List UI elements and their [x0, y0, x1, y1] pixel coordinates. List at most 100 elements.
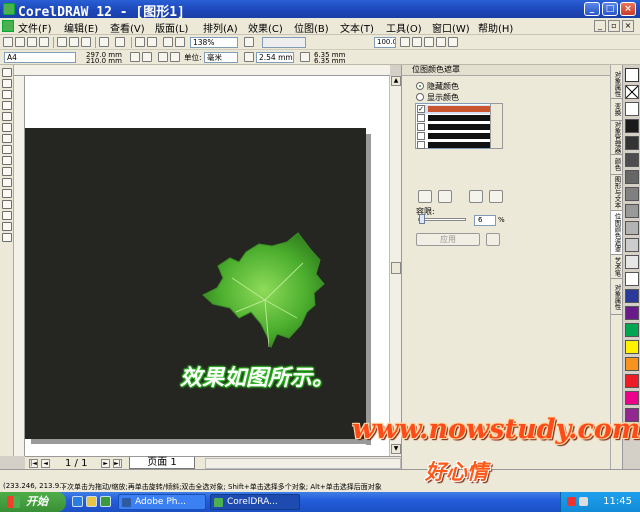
task-coreldraw[interactable]: CorelDRA... [210, 494, 300, 510]
fill-tool-icon[interactable] [2, 222, 12, 231]
prev-page-button[interactable]: ◄ [41, 459, 50, 468]
palette-swatch[interactable] [625, 255, 639, 269]
page-tab[interactable]: 页面 1 [129, 457, 195, 469]
tab-artistic-media[interactable]: 艺术笔 [611, 255, 622, 279]
scroll-thumb[interactable] [391, 262, 401, 274]
polygon-tool-icon[interactable] [2, 156, 12, 165]
view-options-icon[interactable] [244, 37, 254, 47]
edit-color-icon[interactable] [438, 190, 452, 203]
doc-minimize-button[interactable]: _ [594, 20, 606, 32]
menu-view[interactable]: 查看(V) [110, 20, 145, 35]
remove-mask-icon[interactable] [486, 233, 500, 246]
color-list-scrollbar[interactable] [490, 103, 503, 149]
menu-text[interactable]: 文本(T) [340, 20, 374, 35]
color-checkbox[interactable] [417, 132, 425, 140]
tolerance-input[interactable]: 6 [474, 215, 496, 226]
freehand-tool-icon[interactable] [2, 112, 12, 121]
scroll-up-button[interactable]: ▲ [391, 76, 401, 86]
smart-fill-tool-icon[interactable] [2, 123, 12, 132]
snap-grid-icon[interactable] [400, 37, 410, 47]
print-icon[interactable] [39, 37, 49, 47]
palette-swatch[interactable] [625, 340, 639, 354]
pick-tool-icon[interactable] [2, 68, 12, 77]
zoom-tool-icon[interactable] [2, 101, 12, 110]
import-icon[interactable] [135, 37, 145, 47]
dynamic-guides-icon[interactable] [436, 37, 446, 47]
menu-arrange[interactable]: 排列(A) [203, 20, 238, 35]
nudge-field[interactable]: 2.54 mm [256, 52, 294, 63]
vertical-scrollbar[interactable]: ▲ ▼ [389, 76, 401, 456]
color-row[interactable]: 0 [417, 140, 501, 150]
palette-swatch[interactable] [625, 136, 639, 150]
palette-swatch[interactable] [625, 306, 639, 320]
show-colors-radio[interactable] [416, 93, 424, 101]
text-tool-icon[interactable] [2, 178, 12, 187]
tolerance-slider-thumb[interactable] [419, 214, 425, 224]
coreldraw-app-icon[interactable] [3, 3, 15, 15]
paste-icon[interactable] [81, 37, 91, 47]
tab-bitmap-color-mask[interactable]: 位图颜色遮罩 [611, 211, 622, 255]
new-icon[interactable] [3, 37, 13, 47]
menu-help[interactable]: 帮助(H) [478, 20, 513, 35]
snap-value-field[interactable]: 100.0 [374, 37, 396, 48]
zoom-field[interactable]: 138% [190, 37, 238, 48]
color-row[interactable]: ✓ 6 [417, 104, 501, 114]
volume-icon[interactable] [579, 497, 588, 506]
tab-object-properties[interactable]: 对象属性 [611, 69, 622, 99]
color-checkbox[interactable] [417, 123, 425, 131]
portrait-icon[interactable] [130, 52, 140, 62]
palette-swatch[interactable] [625, 204, 639, 218]
doc-close-button[interactable]: × [622, 20, 634, 32]
menu-edit[interactable]: 编辑(E) [64, 20, 98, 35]
last-page-button[interactable]: ►| [113, 459, 122, 468]
first-page-button[interactable]: |◄ [29, 459, 38, 468]
tab-object-manager[interactable]: 对象管理器 [611, 121, 622, 155]
start-button[interactable]: 开始 [0, 492, 66, 512]
shape-tool-icon[interactable] [2, 79, 12, 88]
all-pages-icon[interactable] [158, 52, 168, 62]
ie-icon[interactable] [72, 496, 83, 507]
open-icon[interactable] [15, 37, 25, 47]
color-checkbox[interactable] [417, 114, 425, 122]
hide-colors-radio[interactable] [416, 82, 424, 90]
vertical-ruler[interactable] [14, 76, 25, 456]
horizontal-ruler[interactable] [14, 65, 390, 76]
color-selector-icon[interactable] [418, 190, 432, 203]
undo-icon[interactable] [99, 37, 109, 47]
copy-icon[interactable] [69, 37, 79, 47]
color-row[interactable]: 0 [417, 113, 501, 123]
ellipse-tool-icon[interactable] [2, 145, 12, 154]
palette-swatch[interactable] [625, 289, 639, 303]
palette-swatch[interactable] [625, 119, 639, 133]
menu-file[interactable]: 文件(F) [18, 20, 52, 35]
menu-window[interactable]: 窗口(W) [432, 20, 470, 35]
open-mask-icon[interactable] [489, 190, 503, 203]
landscape-icon[interactable] [142, 52, 152, 62]
palette-scroll-up-icon[interactable] [625, 68, 639, 82]
color-row[interactable]: 0 [417, 122, 501, 132]
color-checkbox[interactable] [417, 141, 425, 149]
palette-swatch[interactable] [625, 374, 639, 388]
palette-swatch[interactable] [625, 391, 639, 405]
snap-objects-icon[interactable] [424, 37, 434, 47]
redo-icon[interactable] [115, 37, 125, 47]
rectangle-tool-icon[interactable] [2, 134, 12, 143]
palette-swatch[interactable] [625, 323, 639, 337]
save-icon[interactable] [27, 37, 37, 47]
horizontal-scrollbar[interactable] [205, 458, 401, 469]
corel-online-icon[interactable] [175, 37, 185, 47]
menu-layout[interactable]: 版面(L) [155, 20, 188, 35]
snap-guides-icon[interactable] [412, 37, 422, 47]
close-button[interactable]: × [620, 2, 636, 16]
paper-size-select[interactable]: A4 [4, 52, 76, 63]
no-color-swatch[interactable] [625, 85, 639, 99]
save-mask-icon[interactable] [469, 190, 483, 203]
interactive-fill-tool-icon[interactable] [2, 233, 12, 242]
tab-color[interactable]: 颜色 [611, 155, 622, 175]
folder-icon[interactable] [86, 496, 97, 507]
document-icon[interactable] [2, 20, 14, 32]
minimize-button[interactable]: _ [584, 2, 600, 16]
task-photoshop[interactable]: Adobe Ph... [118, 494, 206, 510]
palette-swatch[interactable] [625, 221, 639, 235]
scroll-down-button[interactable]: ▼ [391, 444, 401, 454]
